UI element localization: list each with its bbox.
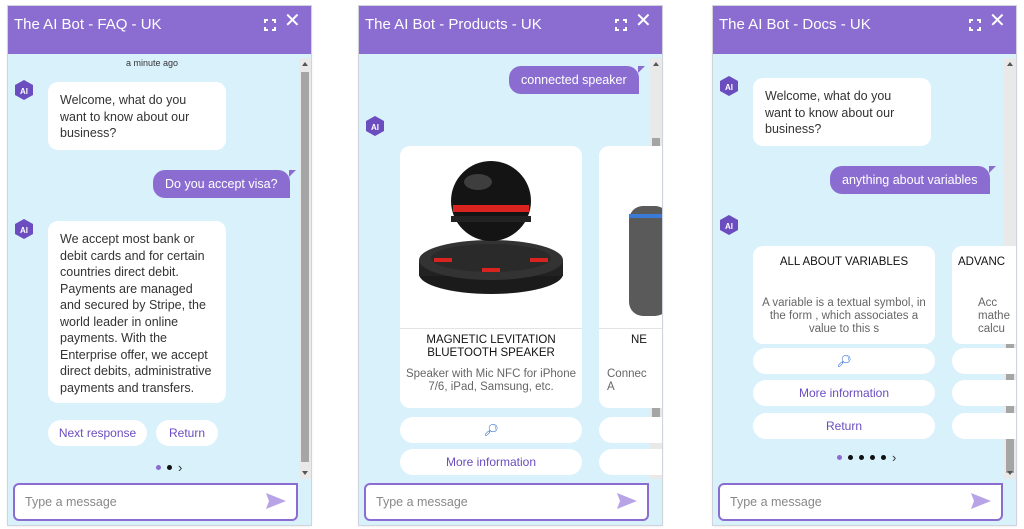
bot-avatar-icon: AI <box>720 76 738 96</box>
chat-widget-docs: The AI Bot - Docs - UK ✕ AI Welcome, wha… <box>713 6 1016 525</box>
message-input-placeholder: Type a message <box>25 495 117 509</box>
svg-text:AI: AI <box>371 123 379 132</box>
user-message: anything about variables <box>830 166 996 194</box>
message-input-placeholder: Type a message <box>730 495 822 509</box>
bot-avatar-icon: AI <box>720 215 738 235</box>
scroll-up-icon[interactable] <box>653 62 659 66</box>
message-timestamp: a minute ago <box>126 58 179 68</box>
page-dot[interactable] <box>859 455 864 460</box>
expand-icon[interactable] <box>969 19 981 31</box>
card-divider <box>400 328 582 329</box>
expand-icon[interactable] <box>615 19 627 31</box>
chat-widget-products: The AI Bot - Products - UK ✕ connected s… <box>359 6 662 525</box>
scroll-down-icon[interactable] <box>302 471 308 475</box>
close-icon[interactable]: ✕ <box>989 11 1006 31</box>
page-dot[interactable] <box>848 455 853 460</box>
search-icon: 🔎︎ <box>483 423 499 437</box>
bot-avatar-icon: AI <box>15 219 33 239</box>
product-card[interactable]: NE Connec A <box>599 146 662 408</box>
send-icon[interactable] <box>617 493 637 509</box>
bot-message-welcome: Welcome, what do you want to know about … <box>753 78 931 146</box>
user-message: connected speaker <box>509 66 645 94</box>
product-image <box>419 161 563 294</box>
chat-header: The AI Bot - FAQ - UK ✕ <box>8 6 311 54</box>
doc-card[interactable]: ADVANC Acc mathe calcu <box>952 246 1016 344</box>
svg-text:AI: AI <box>20 87 28 96</box>
search-button[interactable]: 🔎︎ <box>400 417 582 443</box>
message-input[interactable]: Type a message <box>718 483 1003 521</box>
svg-text:AI: AI <box>20 226 28 235</box>
doc-card-subtitle: A variable is a textual symbol, in the f… <box>762 297 926 335</box>
message-input[interactable]: Type a message <box>13 483 298 521</box>
card-divider <box>599 328 662 329</box>
bot-avatar-icon: AI <box>15 80 33 100</box>
user-message: Do you accept visa? <box>153 170 296 198</box>
scrollbar-thumb[interactable] <box>301 72 309 462</box>
scrollbar[interactable] <box>299 58 311 479</box>
product-card-title: NE <box>631 334 647 346</box>
close-icon[interactable]: ✕ <box>635 11 652 31</box>
pagination-dots: › <box>156 460 187 475</box>
chat-header: The AI Bot - Products - UK ✕ <box>359 6 662 54</box>
scroll-up-icon[interactable] <box>1007 62 1013 66</box>
product-image <box>629 206 662 316</box>
more-information-button[interactable]: More information <box>400 449 582 475</box>
doc-card-title: ADVANC <box>958 256 1006 268</box>
doc-card-subtitle: Acc mathe calcu <box>978 297 1010 335</box>
chat-header: The AI Bot - Docs - UK ✕ <box>713 6 1016 54</box>
more-information-button[interactable] <box>952 380 1016 406</box>
product-card-subtitle: Connec A <box>607 368 647 393</box>
svg-text:AI: AI <box>725 222 733 231</box>
scroll-up-icon[interactable] <box>302 62 308 66</box>
page-dot[interactable] <box>837 455 842 460</box>
search-button[interactable]: 🔎︎ <box>753 348 935 374</box>
svg-text:AI: AI <box>725 83 733 92</box>
search-button[interactable] <box>599 417 662 443</box>
scroll-down-icon[interactable] <box>1007 471 1013 475</box>
page-dot[interactable] <box>167 465 172 470</box>
pagination-dots: › <box>837 450 901 465</box>
return-button[interactable]: Return <box>156 420 218 446</box>
bot-avatar-icon: AI <box>366 116 384 136</box>
send-icon[interactable] <box>971 493 991 509</box>
message-input[interactable]: Type a message <box>364 483 649 521</box>
return-button[interactable] <box>952 413 1016 439</box>
search-icon: 🔎︎ <box>836 354 852 368</box>
product-card-title: MAGNETIC LEVITATION BLUETOOTH SPEAKER <box>426 334 556 359</box>
expand-icon[interactable] <box>264 19 276 31</box>
product-card[interactable]: MAGNETIC LEVITATION BLUETOOTH SPEAKER Sp… <box>400 146 582 408</box>
return-button[interactable]: Return <box>753 413 935 439</box>
bot-message-answer: We accept most bank or debit cards and f… <box>48 221 226 403</box>
chevron-right-icon[interactable]: › <box>178 460 187 475</box>
doc-card[interactable]: ALL ABOUT VARIABLES A variable is a text… <box>753 246 935 344</box>
page-dot[interactable] <box>156 465 161 470</box>
chat-title: The AI Bot - Docs - UK <box>719 16 871 33</box>
chevron-right-icon[interactable]: › <box>892 450 901 465</box>
product-card-subtitle: Speaker with Mic NFC for iPhone 7/6, iPa… <box>405 368 576 393</box>
chat-title: The AI Bot - Products - UK <box>365 16 542 33</box>
page-dot[interactable] <box>870 455 875 460</box>
search-button[interactable] <box>952 348 1016 374</box>
doc-card-title: ALL ABOUT VARIABLES <box>779 256 909 268</box>
send-icon[interactable] <box>266 493 286 509</box>
chat-widget-faq: The AI Bot - FAQ - UK ✕ a minute ago AI … <box>8 6 311 525</box>
chat-title: The AI Bot - FAQ - UK <box>14 16 162 33</box>
more-information-button[interactable]: More information <box>753 380 935 406</box>
more-information-button[interactable] <box>599 449 662 475</box>
message-input-placeholder: Type a message <box>376 495 468 509</box>
bot-message-welcome: Welcome, what do you want to know about … <box>48 82 226 150</box>
page-dot[interactable] <box>881 455 886 460</box>
close-icon[interactable]: ✕ <box>284 11 301 31</box>
next-response-button[interactable]: Next response <box>48 420 147 446</box>
